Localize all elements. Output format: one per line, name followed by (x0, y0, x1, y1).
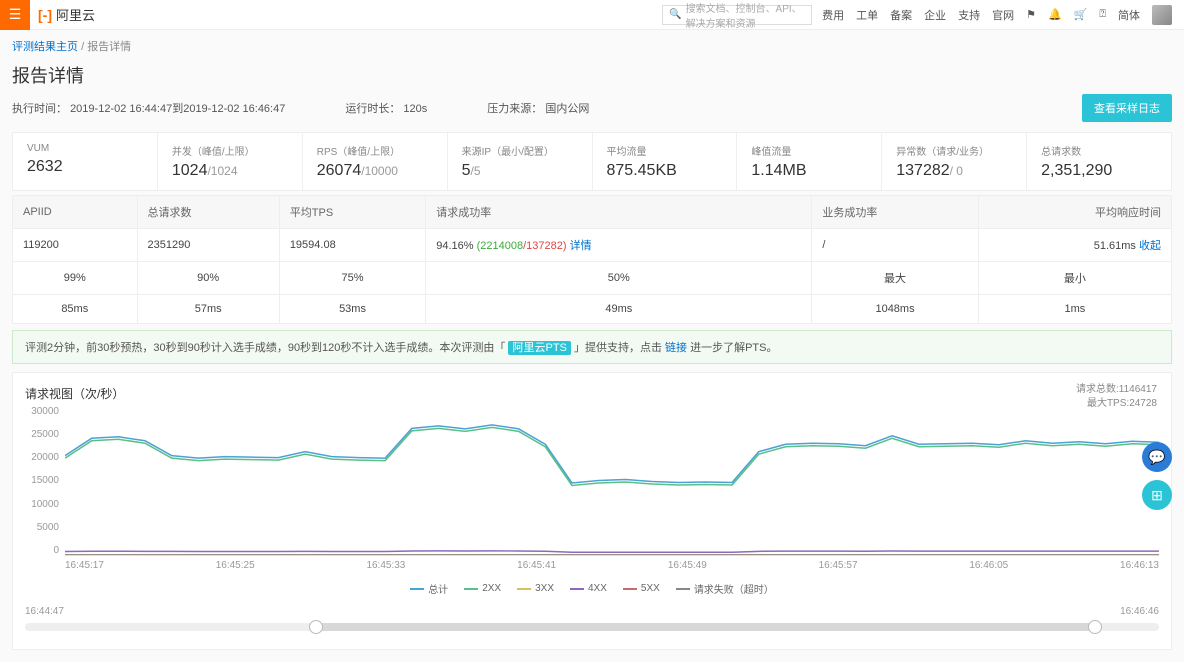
chart-legend: 总计 2XX 3XX 4XX 5XX 请求失败（超时） (25, 581, 1159, 596)
exec-time-label: 执行时间： (12, 103, 67, 115)
stat-cell: VUM2632 (13, 133, 158, 190)
avatar[interactable] (1152, 5, 1172, 25)
lang-switch[interactable]: 简体 (1118, 7, 1140, 23)
logo[interactable]: [-] 阿里云 (38, 5, 95, 24)
pressure-source-value: 国内公网 (545, 103, 589, 115)
cell-tps: 19594.08 (279, 229, 425, 262)
range-start: 16:44:47 (25, 606, 64, 617)
notification-icon[interactable]: 🔔 (1048, 8, 1062, 21)
x-axis: 16:45:1716:45:2516:45:3316:45:4116:45:49… (65, 560, 1159, 571)
breadcrumb-home[interactable]: 评测结果主页 (12, 41, 78, 53)
stat-cell: 异常数（请求/业务）137282/ 0 (882, 133, 1027, 190)
slider-handle-left[interactable] (309, 620, 323, 634)
cell-success: 94.16% (2214008/137282) 详情 (426, 229, 812, 262)
tip-link[interactable]: 链接 (665, 342, 687, 354)
table-row: 119200 2351290 19594.08 94.16% (2214008/… (13, 229, 1172, 262)
stat-cell: RPS（峰值/上限）26074/10000 (303, 133, 448, 190)
pts-badge: 阿里云PTS (508, 341, 570, 355)
chart-plot[interactable] (65, 406, 1159, 556)
nav-beian[interactable]: 备案 (890, 7, 912, 23)
api-table: APIID总请求数平均TPS请求成功率业务成功率平均响应时间 119200 23… (12, 195, 1172, 324)
percentile-value-row: 85ms57ms53ms49ms1048ms1ms (13, 295, 1172, 324)
cell-total: 2351290 (137, 229, 279, 262)
pressure-source-label: 压力来源： (487, 103, 542, 115)
nav-region-icon[interactable]: ⚑ (1026, 8, 1036, 21)
help-icon[interactable]: ⍰ (1099, 8, 1106, 21)
stat-cell: 总请求数2,351,290 (1027, 133, 1171, 190)
search-placeholder: 搜索文档、控制台、API、解决方案和资源 (686, 0, 806, 30)
aliyun-logo-icon: [-] (38, 7, 52, 23)
tools-button[interactable]: ⊞ (1142, 480, 1172, 510)
cell-apiid: 119200 (13, 229, 138, 262)
run-duration-value: 120s (403, 103, 427, 115)
top-nav: 费用 工单 备案 企业 支持 官网 ⚑ 🔔 🛒 ⍰ 简体 (822, 5, 1184, 25)
run-duration-label: 运行时长： (345, 103, 400, 115)
nav-ticket[interactable]: 工单 (856, 7, 878, 23)
percentile-header-row: 99%90%75%50%最大最小 (13, 262, 1172, 295)
nav-support[interactable]: 支持 (958, 7, 980, 23)
legend-item[interactable]: 请求失败（超时） (676, 581, 774, 596)
stat-cell: 峰值流量1.14MB (737, 133, 882, 190)
page-title: 报告详情 (12, 62, 1172, 88)
menu-toggle[interactable]: ☰ (0, 0, 30, 30)
search-input[interactable]: 🔍 搜索文档、控制台、API、解决方案和资源 (662, 5, 812, 25)
chat-button[interactable]: 💬 (1142, 442, 1172, 472)
time-range-labels: 16:44:47 16:46:46 (25, 606, 1159, 617)
cell-rt: 51.61ms 收起 (978, 229, 1171, 262)
y-axis: 300002500020000150001000050000 (25, 406, 65, 556)
legend-item[interactable]: 2XX (464, 581, 501, 596)
meta-row: 执行时间： 2019-12-02 16:44:47到2019-12-02 16:… (12, 94, 1172, 122)
stat-cell: 并发（峰值/上限）1024/1024 (158, 133, 303, 190)
legend-item[interactable]: 3XX (517, 581, 554, 596)
detail-link[interactable]: 详情 (570, 240, 592, 252)
logo-text: 阿里云 (56, 5, 95, 24)
tip-bar: 评测2分钟，前30秒预热，30秒到90秒计入选手成绩，90秒到120秒不计入选手… (12, 330, 1172, 364)
nav-enterprise[interactable]: 企业 (924, 7, 946, 23)
collapse-link[interactable]: 收起 (1139, 240, 1161, 252)
nav-fee[interactable]: 费用 (822, 7, 844, 23)
legend-item[interactable]: 总计 (410, 581, 448, 596)
stat-cell: 来源IP（最小/配置）5/5 (448, 133, 593, 190)
floating-buttons: 💬 ⊞ (1142, 442, 1172, 510)
range-end: 16:46:46 (1120, 606, 1159, 617)
breadcrumb-current: 报告详情 (87, 41, 131, 53)
exec-time-value: 2019-12-02 16:44:47到2019-12-02 16:46:47 (70, 103, 285, 115)
legend-item[interactable]: 5XX (623, 581, 660, 596)
nav-site[interactable]: 官网 (992, 7, 1014, 23)
cell-biz: / (812, 229, 978, 262)
chart-panel: 请求视图（次/秒） 请求总数:1146417 最大TPS:24728 30000… (12, 372, 1172, 650)
legend-item[interactable]: 4XX (570, 581, 607, 596)
chart-title: 请求视图（次/秒） (25, 385, 1159, 402)
stats-grid: VUM2632并发（峰值/上限）1024/1024RPS（峰值/上限）26074… (12, 132, 1172, 191)
stat-cell: 平均流量875.45KB (593, 133, 738, 190)
top-bar: ☰ [-] 阿里云 🔍 搜索文档、控制台、API、解决方案和资源 费用 工单 备… (0, 0, 1184, 30)
search-icon: 🔍 (669, 9, 681, 20)
cart-icon[interactable]: 🛒 (1074, 8, 1088, 21)
breadcrumb: 评测结果主页 / 报告详情 (0, 30, 1184, 62)
view-log-button[interactable]: 查看采样日志 (1082, 94, 1172, 122)
time-slider[interactable] (25, 623, 1159, 631)
slider-handle-right[interactable] (1088, 620, 1102, 634)
